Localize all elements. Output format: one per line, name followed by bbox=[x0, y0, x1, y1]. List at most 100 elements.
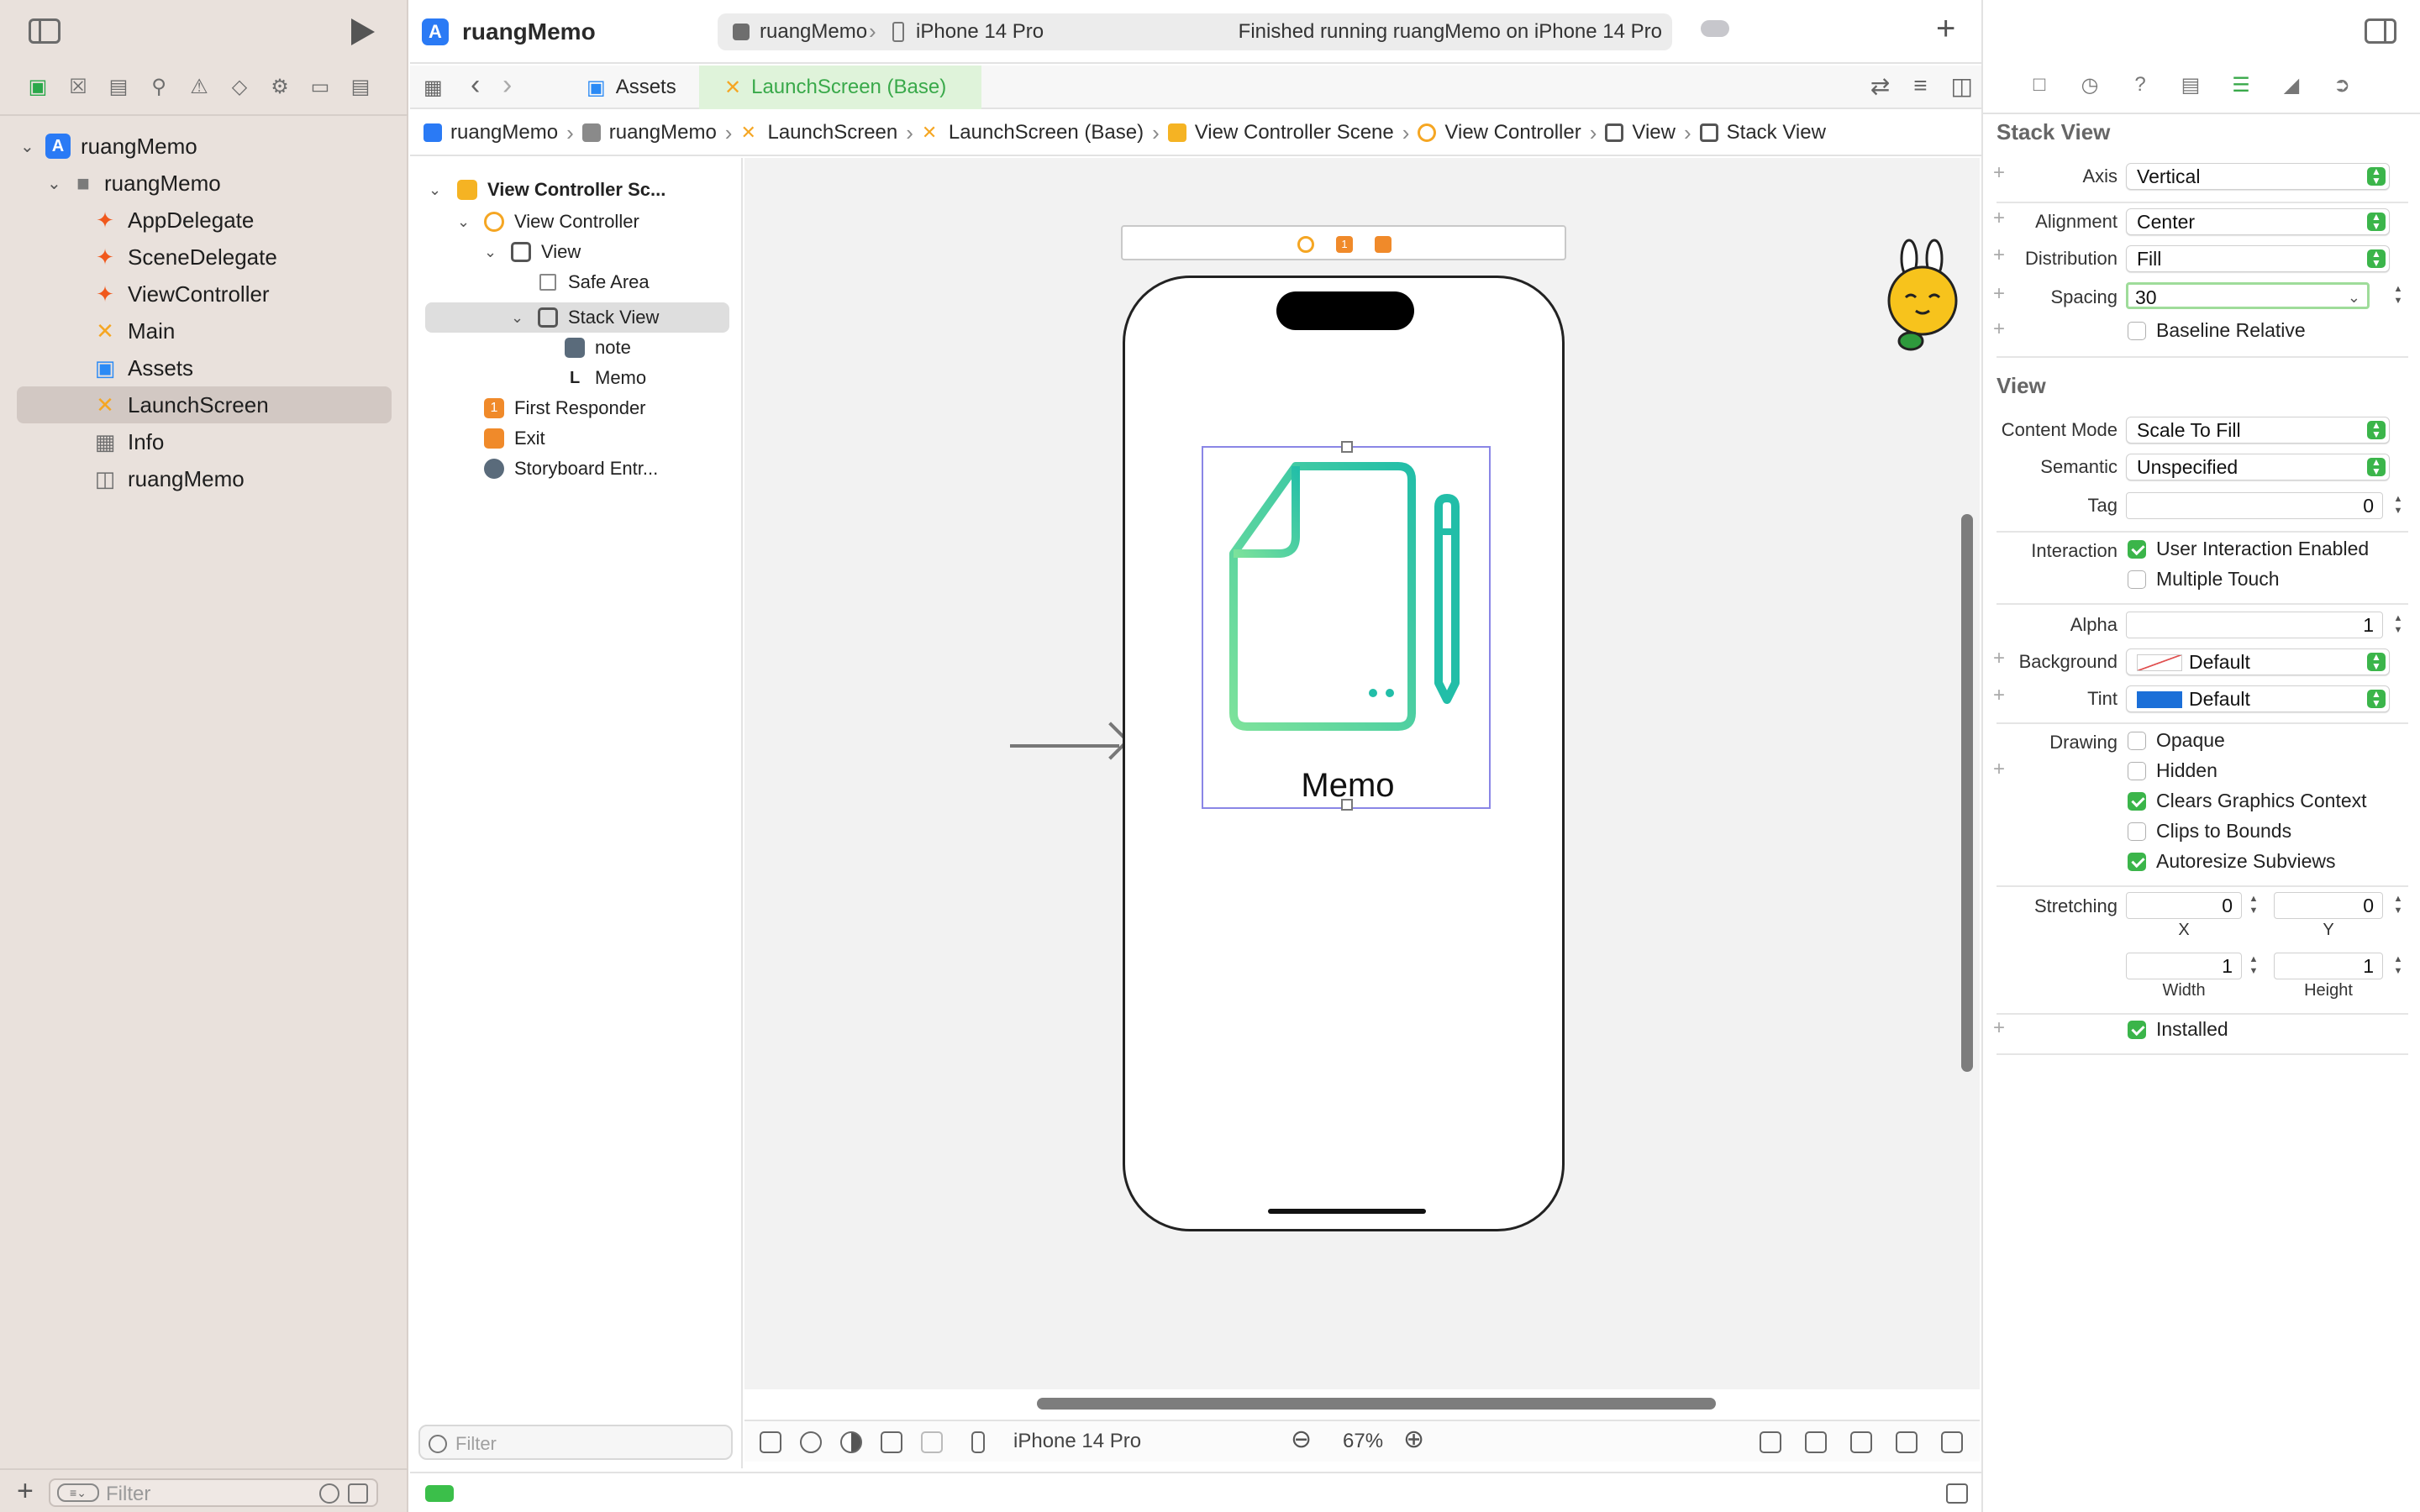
user-interaction-checkbox[interactable] bbox=[2128, 540, 2146, 559]
add-file-button[interactable]: + bbox=[17, 1475, 34, 1508]
tab-launchscreen[interactable]: ✕ LaunchScreen (Base) bbox=[699, 66, 981, 109]
installed-checkbox[interactable] bbox=[2128, 1021, 2146, 1039]
tag-input[interactable]: 0 bbox=[2126, 492, 2383, 519]
tree-item-file[interactable]: ✦ AppDelegate bbox=[0, 202, 408, 239]
library-button[interactable]: + bbox=[1936, 10, 1955, 48]
forward-button[interactable]: › bbox=[502, 69, 512, 102]
chevron-down-icon[interactable]: ⌄ bbox=[2348, 285, 2360, 310]
stretch-x-stepper[interactable]: ▲ ▼ bbox=[2247, 893, 2260, 918]
vertical-scrollbar[interactable] bbox=[1961, 514, 1973, 1072]
identity-inspector-icon[interactable]: ▤ bbox=[2178, 72, 2203, 97]
appearance-icon[interactable] bbox=[840, 1431, 862, 1453]
chevron-down-icon[interactable]: ⌄ bbox=[457, 213, 470, 231]
editor-options-icon[interactable]: ≡ bbox=[1913, 72, 1927, 100]
alignment-popup[interactable]: Center ▲ ▼ bbox=[2126, 208, 2390, 235]
hidden-checkbox[interactable] bbox=[2128, 762, 2146, 780]
zoom-in-icon[interactable]: ⊕ bbox=[1403, 1425, 1424, 1454]
semantic-popup[interactable]: Unspecified ▲ ▼ bbox=[2126, 454, 2390, 480]
stretch-y-stepper[interactable]: ▲ ▼ bbox=[2391, 893, 2405, 918]
debug-icon[interactable]: ⚙ bbox=[267, 74, 292, 99]
spacing-stepper[interactable]: ▲ ▼ bbox=[2391, 283, 2405, 308]
zoom-out-icon[interactable]: ⊖ bbox=[1291, 1425, 1312, 1454]
zoom-level[interactable]: 67% bbox=[1343, 1430, 1383, 1453]
multiple-touch-checkbox[interactable] bbox=[2128, 570, 2146, 589]
tree-item-file[interactable]: ✦ SceneDelegate bbox=[0, 239, 408, 276]
split-editor-icon[interactable]: ◫ bbox=[1951, 72, 1973, 100]
storyboard-entry-arrow[interactable] bbox=[1010, 744, 1119, 748]
stretch-width-stepper[interactable]: ▲ ▼ bbox=[2247, 953, 2260, 979]
autoresize-checkbox[interactable] bbox=[2128, 853, 2146, 871]
test-icon[interactable]: ◇ bbox=[227, 74, 252, 99]
swap-icon[interactable]: ⇄ bbox=[1870, 72, 1890, 100]
stretch-height-stepper[interactable]: ▲ ▼ bbox=[2391, 953, 2405, 979]
content-mode-popup[interactable]: Scale To Fill ▲ ▼ bbox=[2126, 417, 2390, 444]
orientation-icon[interactable] bbox=[881, 1431, 902, 1453]
opaque-checkbox[interactable] bbox=[2128, 732, 2146, 750]
clears-graphics-checkbox[interactable] bbox=[2128, 792, 2146, 811]
filter-options-icon[interactable]: ≡⌄ bbox=[57, 1483, 99, 1502]
debug-area-status-icon[interactable] bbox=[425, 1485, 454, 1502]
tag-stepper[interactable]: ▲ ▼ bbox=[2391, 493, 2405, 518]
baseline-relative-checkbox[interactable] bbox=[2128, 322, 2146, 340]
alpha-input[interactable]: 1 bbox=[2126, 612, 2383, 638]
stretch-x-input[interactable]: 0 bbox=[2126, 892, 2242, 919]
embed-in-icon[interactable] bbox=[1941, 1431, 1963, 1453]
tint-color-popup[interactable]: Default ▲ ▼ bbox=[2126, 685, 2390, 712]
spacing-combo-input[interactable]: 30 ⌄ bbox=[2126, 282, 2370, 309]
background-color-popup[interactable]: Default ▲ ▼ bbox=[2126, 648, 2390, 675]
symbol-icon[interactable]: ▤ bbox=[106, 74, 131, 99]
activity-view[interactable]: ruangMemo › iPhone 14 Pro Finished runni… bbox=[718, 13, 1672, 50]
chevron-down-icon[interactable]: ⌄ bbox=[20, 136, 34, 157]
chevron-down-icon[interactable]: ⌄ bbox=[429, 181, 441, 199]
scheme-selector[interactable]: ruangMemo bbox=[760, 20, 867, 44]
stretch-y-input[interactable]: 0 bbox=[2274, 892, 2383, 919]
stack-view-selection[interactable]: Memo bbox=[1202, 441, 1491, 811]
distribution-popup[interactable]: Fill ▲ ▼ bbox=[2126, 245, 2390, 272]
chevron-down-icon[interactable]: ⌄ bbox=[484, 244, 497, 261]
breadcrumb-item[interactable]: ✕ LaunchScreen › bbox=[740, 120, 921, 146]
run-destination-selector[interactable]: iPhone 14 Pro bbox=[916, 20, 1044, 44]
tree-item-file[interactable]: ▣ Assets bbox=[0, 349, 408, 386]
attributes-inspector-icon[interactable]: ☰ bbox=[2228, 72, 2254, 97]
breakpoint-icon[interactable]: ▭ bbox=[308, 74, 333, 99]
stretch-height-input[interactable]: 1 bbox=[2274, 953, 2383, 979]
breadcrumb-item[interactable]: View › bbox=[1605, 120, 1699, 146]
source-control-icon[interactable]: ☒ bbox=[66, 74, 91, 99]
inspector-toggle-icon[interactable] bbox=[2365, 18, 2396, 44]
tab-assets[interactable]: ▣ Assets bbox=[561, 66, 696, 109]
outline-toggle-icon[interactable] bbox=[760, 1431, 781, 1453]
folder-icon[interactable]: ▣ bbox=[25, 74, 50, 99]
related-items-icon[interactable]: ▦ bbox=[424, 76, 445, 99]
breadcrumb-item[interactable]: View Controller › bbox=[1418, 120, 1605, 146]
tree-item-group[interactable]: ⌄ ■ ruangMemo bbox=[0, 165, 408, 202]
device-config-button[interactable]: iPhone 14 Pro bbox=[1013, 1430, 1141, 1453]
tree-item-project[interactable]: ⌄ A ruangMemo bbox=[0, 128, 408, 165]
breadcrumb-item[interactable]: View Controller Scene › bbox=[1167, 120, 1418, 146]
report-icon[interactable]: ▤ bbox=[348, 74, 373, 99]
add-variation-icon[interactable]: + bbox=[1993, 318, 2005, 341]
find-icon[interactable]: ⚲ bbox=[146, 74, 171, 99]
add-variation-icon[interactable]: + bbox=[1993, 1016, 2005, 1040]
breadcrumb-item[interactable]: Stack View bbox=[1699, 121, 1826, 144]
first-responder-icon[interactable]: 1 bbox=[1336, 236, 1353, 253]
file-inspector-icon[interactable]: □ bbox=[2027, 72, 2052, 97]
breadcrumb-item[interactable]: ruangMemo › bbox=[424, 120, 582, 146]
connections-inspector-icon[interactable]: ➲ bbox=[2329, 72, 2354, 97]
exit-icon[interactable] bbox=[1375, 236, 1392, 253]
add-constraints-icon[interactable] bbox=[1850, 1431, 1872, 1453]
tree-item-file[interactable]: ▦ Info bbox=[0, 423, 408, 460]
clips-bounds-checkbox[interactable] bbox=[2128, 822, 2146, 841]
tree-item-file[interactable]: ✦ ViewController bbox=[0, 276, 408, 312]
outline-filter-input[interactable]: Filter bbox=[418, 1425, 733, 1460]
iphone-frame[interactable]: Memo bbox=[1123, 276, 1565, 1231]
breadcrumb-item[interactable]: ✕ LaunchScreen (Base) › bbox=[922, 120, 1168, 146]
resolve-issues-icon[interactable] bbox=[1896, 1431, 1918, 1453]
axis-popup[interactable]: Vertical ▲ ▼ bbox=[2126, 163, 2390, 190]
breadcrumb-item[interactable]: ruangMemo › bbox=[581, 120, 741, 146]
cloud-status-icon[interactable] bbox=[1701, 20, 1729, 37]
sidebar-toggle-icon[interactable] bbox=[29, 18, 60, 44]
issue-icon[interactable]: ⚠ bbox=[187, 74, 212, 99]
history-inspector-icon[interactable]: ◷ bbox=[2077, 72, 2102, 97]
chevron-down-icon[interactable]: ⌄ bbox=[47, 173, 61, 194]
alpha-stepper[interactable]: ▲ ▼ bbox=[2391, 612, 2405, 638]
